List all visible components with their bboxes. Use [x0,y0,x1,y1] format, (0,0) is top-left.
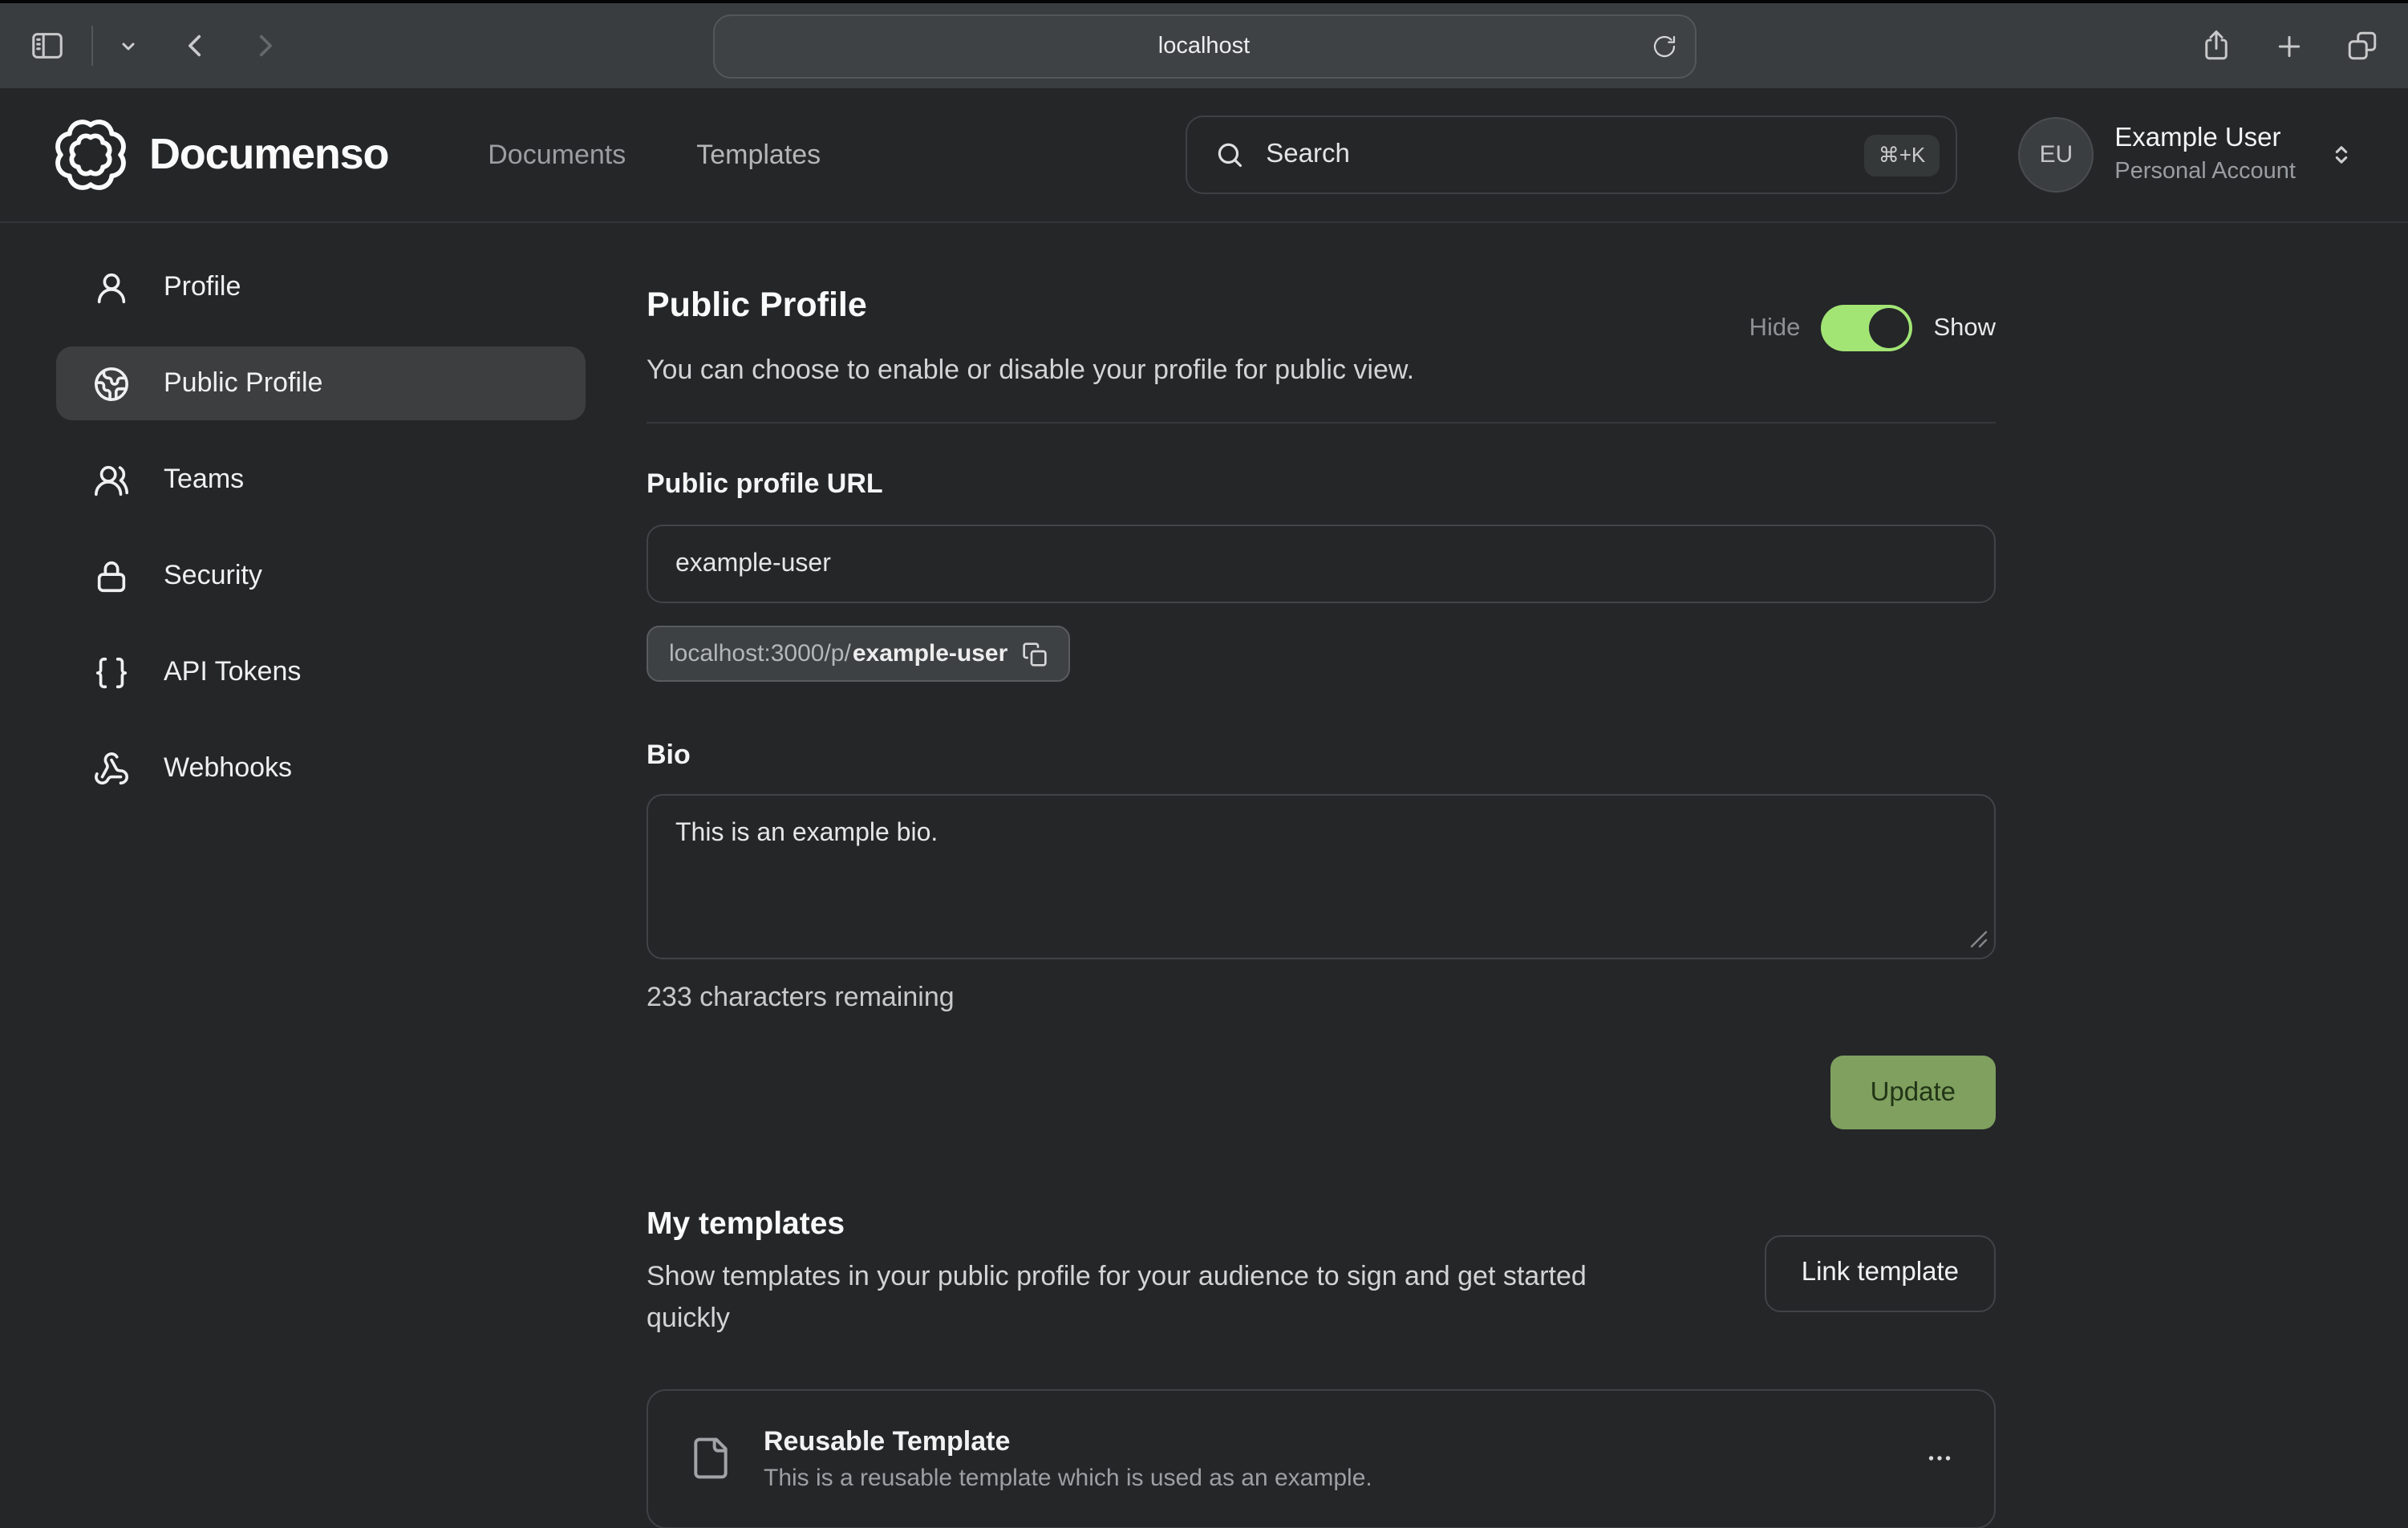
file-icon [688,1436,733,1481]
my-templates-description: Show templates in your public profile fo… [647,1256,1673,1340]
app-header: Documenso Documents Templates Search ⌘+K… [0,88,2408,223]
toggle-hide-label: Hide [1749,314,1801,342]
sidebar-item-label: Public Profile [164,367,322,399]
search-placeholder: Search [1266,140,1350,170]
visibility-toggle-group: Hide Show [1749,305,1996,351]
share-icon[interactable] [2199,29,2233,63]
avatar-initials: EU [2039,141,2073,168]
settings-sidebar: Profile Public Profile [0,250,586,805]
search-input[interactable]: Search ⌘+K [1186,116,1957,194]
user-icon [93,269,130,306]
lock-icon [93,557,130,594]
template-description: This is a reusable template which is use… [764,1464,1372,1491]
browser-left-controls [0,26,282,66]
sidebar-item-api-tokens[interactable]: API Tokens [56,635,586,709]
copy-icon[interactable] [1022,641,1048,667]
toggle-knob [1869,308,1909,348]
sidebar-item-label: Profile [164,271,241,303]
braces-icon [93,654,130,691]
profile-url-preview-chip[interactable]: localhost:3000/p/example-user [647,626,1070,682]
settings-body: Profile Public Profile [0,223,2408,1528]
forward-icon[interactable] [249,29,282,63]
sidebar-item-public-profile[interactable]: Public Profile [56,347,586,420]
search-shortcut-badge: ⌘+K [1864,134,1940,176]
bio-field-label: Bio [647,740,1996,772]
template-card[interactable]: Reusable Template This is a reusable tem… [647,1388,1996,1528]
sidebar-item-label: Webhooks [164,752,292,784]
toolbar-divider [91,26,93,66]
webhook-icon [93,750,130,787]
sidebar-toggle-icon[interactable] [29,27,66,64]
update-button[interactable]: Update [1830,1056,1996,1129]
new-tab-icon[interactable] [2273,30,2305,62]
my-templates-text-block: My templates Show templates in your publ… [647,1206,1673,1340]
brand-name: Documenso [149,130,388,180]
nav-templates[interactable]: Templates [696,139,821,171]
tab-overview-icon[interactable] [2345,29,2379,63]
sidebar-item-label: Teams [164,464,244,496]
browser-chrome: localhost [0,0,2408,88]
search-icon [1214,140,1245,170]
page-title: Public Profile [647,286,867,326]
url-preview-slug: example-user [853,640,1007,667]
url-preview-prefix: localhost:3000/p/ [669,640,851,667]
sidebar-item-webhooks[interactable]: Webhooks [56,732,586,805]
users-icon [93,461,130,498]
chevrons-up-down-icon [2328,141,2355,168]
app-window: Documenso Documents Templates Search ⌘+K… [0,88,2408,1528]
user-name: Example User [2114,123,2296,157]
address-bar-url: localhost [1158,34,1250,59]
avatar: EU [2018,117,2094,193]
top-navigation: Documents Templates [488,139,821,171]
tab-group-chevron-icon[interactable] [119,36,138,55]
sidebar-item-label: API Tokens [164,656,301,688]
url-field-label: Public profile URL [647,468,1996,501]
section-divider [647,422,1996,424]
user-menu[interactable]: EU Example User Personal Account [2018,117,2355,193]
bio-field-wrap: This is an example bio. [647,794,1996,959]
sidebar-item-teams[interactable]: Teams [56,443,586,517]
characters-remaining: 233 characters remaining [647,982,1996,1014]
documenso-logo-icon [53,117,128,193]
sidebar-item-security[interactable]: Security [56,539,586,613]
reload-icon[interactable] [1651,34,1676,59]
address-bar[interactable]: localhost [712,14,1696,79]
back-icon[interactable] [178,29,212,63]
profile-url-input[interactable] [647,525,1996,603]
nav-documents[interactable]: Documents [488,139,626,171]
more-options-button[interactable] [1925,1444,1954,1473]
my-templates-title: My templates [647,1206,1673,1243]
link-template-button[interactable]: Link template [1765,1235,1996,1312]
template-card-text: Reusable Template This is a reusable tem… [764,1425,1372,1491]
page-subtitle: You can choose to enable or disable your… [647,355,1996,387]
bio-textarea[interactable]: This is an example bio. [647,794,1996,959]
sidebar-item-profile[interactable]: Profile [56,250,586,324]
profile-visibility-toggle[interactable] [1821,305,1912,351]
template-title: Reusable Template [764,1425,1372,1457]
globe-icon [93,365,130,402]
toggle-show-label: Show [1933,314,1996,342]
screen: localhost [0,0,2408,1516]
browser-right-controls [2199,29,2379,63]
resize-grip-icon[interactable] [1970,930,1988,948]
user-account-type: Personal Account [2114,157,2296,188]
sidebar-item-label: Security [164,560,262,592]
brand[interactable]: Documenso [53,117,388,193]
public-profile-panel: Public Profile Hide Show You can choose … [647,250,1996,1528]
